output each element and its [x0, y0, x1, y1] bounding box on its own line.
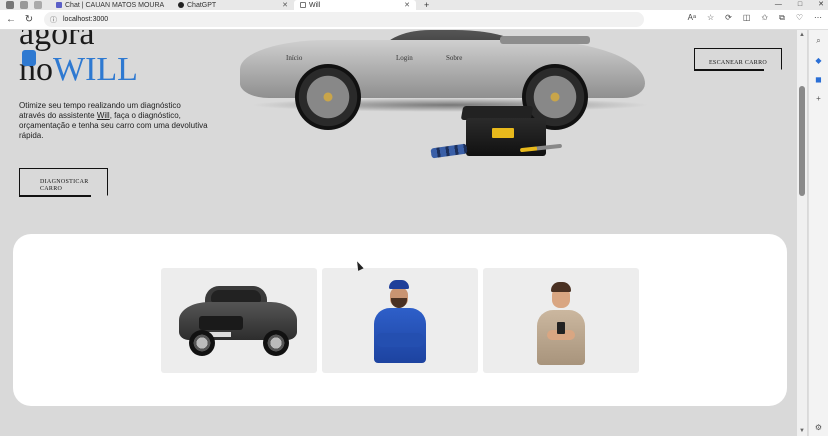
browser-window: Chat | CAUAN MATOS MOURA ✕ ChatGPT ✕ Wil…	[0, 0, 828, 436]
scroll-thumb[interactable]	[799, 86, 805, 196]
collections-icon[interactable]: ⧉	[779, 13, 785, 23]
will-link[interactable]: Will	[97, 111, 110, 120]
close-window-button[interactable]: ✕	[818, 0, 824, 10]
mechanic-image	[370, 278, 430, 373]
front-wheel	[295, 64, 361, 130]
split-screen-icon[interactable]: ◫	[743, 13, 751, 23]
workspaces-icon[interactable]	[20, 1, 28, 9]
edge-sidebar: ⌕ ◆ ◼ + ⚙	[808, 30, 828, 436]
browser-toolbar: Aᵃ ☆ ⟳ ◫ ✩ ⧉ ♡ ⋯	[688, 13, 822, 23]
tab-label: ChatGPT	[187, 1, 217, 9]
mechanic-arms	[376, 333, 424, 347]
tab-will[interactable]: Will ✕	[294, 0, 416, 10]
extensions-icon[interactable]: ⟳	[725, 13, 732, 23]
close-tab-icon[interactable]: ✕	[282, 1, 288, 9]
url-field[interactable]: ⓘ localhost:3000	[44, 12, 644, 27]
hero-description: Otimize seu tempo realizando um diagnóst…	[19, 101, 209, 141]
phone-icon	[557, 322, 565, 334]
hero-title-line2: noWILL	[19, 52, 138, 88]
page-scrollbar[interactable]: ▲ ▼	[797, 30, 807, 436]
nav-link-inicio[interactable]: Início	[286, 54, 302, 62]
info-icon[interactable]: ⓘ	[50, 15, 57, 25]
mechanic-card[interactable]	[322, 268, 478, 373]
gear-icon[interactable]: ⚙	[815, 423, 822, 432]
address-bar: ← ↻ ⓘ localhost:3000 Aᵃ ☆ ⟳ ◫ ✩ ⧉ ♡ ⋯	[0, 10, 828, 30]
customer-card[interactable]	[483, 268, 639, 373]
toolbox-latch	[492, 128, 514, 138]
teams-icon	[56, 2, 62, 8]
back-icon[interactable]: ←	[4, 13, 18, 27]
favorite-star-icon[interactable]: ☆	[707, 13, 714, 23]
hero-title-line1: agora	[19, 30, 95, 52]
will-logo-icon[interactable]	[22, 50, 36, 66]
maximize-button[interactable]: □	[798, 0, 802, 10]
tab-chatgpt[interactable]: ChatGPT ✕	[172, 0, 294, 10]
mechanic-cap	[389, 280, 409, 289]
car-spoiler	[500, 36, 590, 44]
hero-title: agora noWILL	[19, 30, 138, 88]
page-icon	[300, 2, 306, 8]
suv-wheel	[263, 330, 289, 356]
window-controls: — □ ✕	[775, 0, 824, 10]
services-panel	[13, 234, 787, 406]
more-menu-icon[interactable]: ⋯	[814, 13, 822, 23]
tab-label: Will	[309, 1, 321, 9]
outlook-icon[interactable]: ◼	[815, 75, 822, 84]
url-text: localhost:3000	[63, 16, 109, 23]
add-icon[interactable]: +	[816, 94, 821, 103]
tab-actions-icon[interactable]	[34, 1, 42, 9]
scroll-down-icon[interactable]: ▼	[798, 427, 806, 435]
hero-title-brand: WILL	[53, 51, 138, 88]
customer-hair	[551, 282, 571, 292]
profile-icon[interactable]	[6, 1, 14, 9]
close-tab-icon[interactable]: ✕	[404, 1, 410, 9]
tab-label: Chat | CAUAN MATOS MOURA	[65, 1, 165, 9]
nav-link-sobre[interactable]: Sobre	[446, 54, 462, 62]
sports-car-image: Início Login Sobre	[240, 30, 650, 130]
diagnose-car-button[interactable]: DIAGNOSTICAR CARRO	[18, 168, 108, 197]
minimize-button[interactable]: —	[775, 0, 782, 10]
nav-link-login[interactable]: Login	[396, 54, 413, 62]
suv-wheel	[189, 330, 215, 356]
chatgpt-icon	[178, 2, 184, 8]
refresh-icon[interactable]: ↻	[22, 13, 36, 27]
scan-car-button[interactable]: ESCANEAR CARRO	[693, 48, 782, 71]
browser-essentials-icon[interactable]: ♡	[796, 13, 803, 23]
copilot-icon[interactable]: ◆	[815, 56, 821, 65]
suv-image	[179, 286, 297, 356]
customer-phone-image	[533, 280, 589, 373]
webpage: agora noWILL Otimize seu tempo realizand…	[0, 30, 797, 436]
new-tab-button[interactable]: +	[424, 0, 429, 10]
suv-grille	[199, 316, 243, 330]
suv-windshield	[211, 290, 261, 302]
car-card[interactable]	[161, 268, 317, 373]
favorites-icon[interactable]: ✩	[761, 13, 768, 23]
read-aloud-icon[interactable]: Aᵃ	[688, 13, 696, 23]
tab-chat[interactable]: Chat | CAUAN MATOS MOURA ✕	[50, 0, 172, 10]
mechanic-beard	[391, 298, 407, 308]
scroll-up-icon[interactable]: ▲	[798, 31, 806, 39]
tab-bar: Chat | CAUAN MATOS MOURA ✕ ChatGPT ✕ Wil…	[0, 0, 828, 10]
search-icon[interactable]: ⌕	[816, 36, 820, 46]
